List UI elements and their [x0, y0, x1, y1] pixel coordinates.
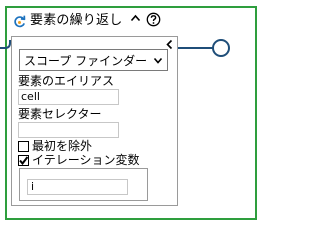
iteration-var-row[interactable]: イテレーション変数 — [18, 153, 140, 167]
iteration-var-label: イテレーション変数 — [32, 153, 140, 167]
iteration-var-input[interactable]: i — [27, 179, 128, 195]
scope-finder-dropdown[interactable]: スコープ ファインダー — [19, 49, 168, 71]
chevron-up-icon[interactable] — [130, 13, 141, 24]
selector-input[interactable] — [18, 122, 119, 138]
exclude-first-checkbox[interactable] — [18, 140, 29, 152]
dropdown-selected-value: スコープ ファインダー — [24, 53, 148, 68]
alias-label: 要素のエイリアス — [18, 74, 115, 88]
help-icon[interactable] — [146, 12, 161, 27]
exclude-first-row[interactable]: 最初を除外 — [18, 139, 92, 153]
properties-panel: スコープ ファインダー 要素のエイリアス cell 要素セレクター 最初を除外 … — [11, 36, 178, 206]
activity-title: 要素の繰り返し — [30, 13, 123, 28]
iteration-var-panel: i — [19, 168, 148, 201]
checkmark-icon — [19, 155, 29, 165]
exclude-first-label: 最初を除外 — [32, 139, 93, 153]
alias-input[interactable]: cell — [18, 89, 119, 105]
loop-icon — [14, 15, 26, 27]
activity-header: 要素の繰り返し — [12, 11, 122, 31]
iteration-var-checkbox[interactable] — [18, 154, 29, 166]
selector-label: 要素セレクター — [18, 107, 102, 121]
chevron-down-icon — [153, 57, 163, 64]
